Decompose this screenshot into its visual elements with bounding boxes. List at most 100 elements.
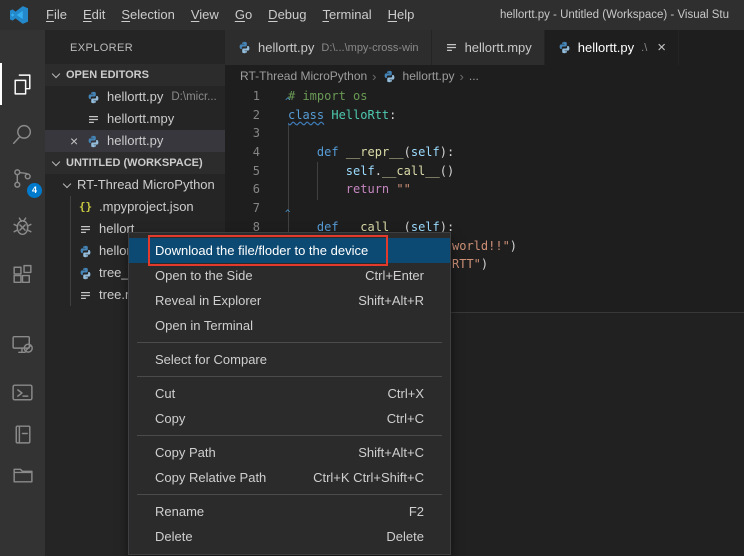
activity-search[interactable] bbox=[0, 116, 45, 152]
explorer-icon bbox=[10, 72, 35, 97]
breadcrumb-item-rt-thread-micropython[interactable]: RT-Thread MicroPython bbox=[240, 69, 367, 83]
menu-item-label: Open in Terminal bbox=[155, 313, 253, 338]
menubar-item-help[interactable]: Help bbox=[380, 0, 423, 30]
menu-item-label: Copy Relative Path bbox=[155, 465, 266, 490]
line-number: 5 bbox=[225, 162, 260, 181]
menu-item-label: Download the file/floder to the device bbox=[155, 238, 368, 263]
menubar-item-edit[interactable]: Edit bbox=[75, 0, 113, 30]
mnemonic-letter: T bbox=[322, 7, 329, 22]
breadcrumb-item-hellortt-py[interactable]: hellortt.py bbox=[382, 69, 455, 84]
close-icon[interactable]: × bbox=[657, 39, 666, 56]
menu-item-shortcut: Ctrl+Enter bbox=[365, 263, 424, 288]
mnemonic-letter: F bbox=[46, 7, 54, 22]
file-label: .mpyproject.json bbox=[99, 196, 194, 218]
activity-folder-browser[interactable] bbox=[0, 456, 45, 492]
device-monitor-icon bbox=[10, 332, 35, 357]
squiggle-caret: ^ bbox=[285, 209, 290, 219]
mnemonic-letter: E bbox=[83, 7, 92, 22]
workspace-label: UNTITLED (WORKSPACE) bbox=[66, 152, 203, 174]
activity-debug[interactable] bbox=[0, 208, 45, 244]
tree-indent-guide bbox=[70, 196, 71, 306]
title-bar: FileEditSelectionViewGoDebugTerminalHelp… bbox=[0, 0, 744, 30]
code-token: __call__ bbox=[382, 164, 440, 178]
debug-icon bbox=[10, 214, 35, 239]
folder-rt-thread-micropython[interactable]: RT-Thread MicroPython bbox=[45, 174, 225, 196]
context-menu-item-cut[interactable]: CutCtrl+X bbox=[129, 381, 450, 406]
context-menu-item-copy[interactable]: CopyCtrl+C bbox=[129, 406, 450, 431]
line-number: 4 bbox=[225, 143, 260, 162]
menu-item-shortcut: Ctrl+K Ctrl+Shift+C bbox=[313, 465, 424, 490]
breadcrumb-label: ... bbox=[469, 69, 479, 83]
menubar-item-go[interactable]: Go bbox=[227, 0, 260, 30]
activity-notebook[interactable] bbox=[0, 416, 45, 452]
tab-label: hellortt.mpy bbox=[465, 40, 532, 55]
indent-guide bbox=[288, 125, 289, 237]
breadcrumb-label: hellortt.py bbox=[403, 69, 455, 83]
editor-tab-hellortt-mpy[interactable]: hellortt.mpy bbox=[432, 30, 545, 65]
extensions-icon bbox=[10, 262, 35, 287]
activity-explorer[interactable] bbox=[0, 66, 45, 102]
menu-item-shortcut: Delete bbox=[386, 524, 424, 549]
menubar-item-selection[interactable]: Selection bbox=[113, 0, 182, 30]
open-editor-hellortt-py[interactable]: ×hellortt.py bbox=[45, 130, 225, 152]
mnemonic-letter: S bbox=[121, 7, 130, 22]
context-menu-item-reveal-in-explorer[interactable]: Reveal in Explorer Shift+Alt+R bbox=[129, 288, 450, 313]
menu-item-label: Open to the Side bbox=[155, 263, 253, 288]
context-menu-item-copy-relative-path[interactable]: Copy Relative Path Ctrl+K Ctrl+Shift+C bbox=[129, 465, 450, 490]
menu-item-label: Rename bbox=[155, 499, 204, 524]
activity-device-monitor[interactable] bbox=[0, 326, 45, 362]
window-title: hellortt.py - Untitled (Workspace) - Vis… bbox=[500, 0, 744, 30]
context-menu-item-copy-path[interactable]: Copy PathShift+Alt+C bbox=[129, 440, 450, 465]
context-menu-item-download-the-file-floder-to-the-device[interactable]: Download the file/floder to the device bbox=[129, 238, 450, 263]
tab-label: hellortt.py bbox=[258, 40, 314, 55]
file-label: hellortt.py bbox=[107, 86, 163, 108]
context-menu-item-rename[interactable]: RenameF2 bbox=[129, 499, 450, 524]
menubar-item-view[interactable]: View bbox=[183, 0, 227, 30]
menu-separator bbox=[137, 435, 442, 436]
code-token: self bbox=[346, 164, 375, 178]
code-fragment-line-10: RTT") bbox=[452, 257, 488, 271]
close-icon[interactable]: × bbox=[70, 130, 82, 152]
line-content: # import os bbox=[288, 87, 367, 106]
open-editors-header[interactable]: OPEN EDITORS bbox=[45, 64, 225, 86]
workspace-header[interactable]: UNTITLED (WORKSPACE) bbox=[45, 152, 225, 174]
editor-tab-hellortt-py[interactable]: hellortt.py D:\...\mpy-cross-win bbox=[225, 30, 432, 65]
activity-powershell-terminal[interactable] bbox=[0, 374, 45, 410]
menu-item-shortcut: Shift+Alt+R bbox=[358, 288, 424, 313]
activity-source-control[interactable]: 4 bbox=[0, 160, 45, 196]
tab-desc: D:\...\mpy-cross-win bbox=[321, 42, 418, 54]
editor-tab-bar: hellortt.pyD:\...\mpy-cross-winhellortt.… bbox=[225, 30, 744, 65]
breadcrumb-separator-icon: › bbox=[460, 69, 464, 84]
context-menu-item-select-for-compare[interactable]: Select for Compare bbox=[129, 347, 450, 372]
open-editor-hellortt-mpy[interactable]: hellortt.mpy bbox=[45, 108, 225, 130]
code-token: . bbox=[375, 164, 382, 178]
tab-desc: .\ bbox=[641, 42, 647, 54]
tree-item-mpyproject-json[interactable]: {}.mpyproject.json bbox=[45, 196, 225, 218]
line-content: return "" bbox=[288, 180, 411, 199]
code-token: class bbox=[288, 108, 324, 122]
chevron-down-icon bbox=[63, 179, 71, 187]
mnemonic-letter: H bbox=[388, 7, 397, 22]
context-menu-item-delete[interactable]: DeleteDelete bbox=[129, 524, 450, 549]
python-file-icon bbox=[557, 40, 572, 55]
breadcrumb[interactable]: RT-Thread MicroPython›hellortt.py›... bbox=[225, 65, 744, 87]
editor-tab-hellortt-py[interactable]: hellortt.py.\× bbox=[545, 30, 679, 65]
code-token: __repr__ bbox=[346, 145, 404, 159]
menubar-item-file[interactable]: File bbox=[38, 0, 75, 30]
menubar-item-debug[interactable]: Debug bbox=[260, 0, 314, 30]
activity-extensions[interactable] bbox=[0, 256, 45, 292]
open-editor-hellortt-py[interactable]: hellortt.pyD:\micr... bbox=[45, 86, 225, 108]
squiggle-caret: ^ bbox=[285, 97, 290, 107]
menu-item-label: Copy bbox=[155, 406, 185, 431]
open-editors-label: OPEN EDITORS bbox=[66, 64, 149, 86]
breadcrumb-label: RT-Thread MicroPython bbox=[240, 69, 367, 83]
mpy-file-icon bbox=[86, 112, 101, 127]
context-menu-item-open-to-the-side[interactable]: Open to the Side Ctrl+Enter bbox=[129, 263, 450, 288]
menu-item-label: Reveal in Explorer bbox=[155, 288, 261, 313]
folder-label: RT-Thread MicroPython bbox=[77, 174, 215, 196]
code-line: 1# import os bbox=[225, 87, 744, 106]
folder-browser-icon bbox=[10, 462, 35, 487]
context-menu-item-open-in-terminal[interactable]: Open in Terminal bbox=[129, 313, 450, 338]
breadcrumb-item-[interactable]: ... bbox=[469, 69, 479, 83]
menubar-item-terminal[interactable]: Terminal bbox=[314, 0, 379, 30]
